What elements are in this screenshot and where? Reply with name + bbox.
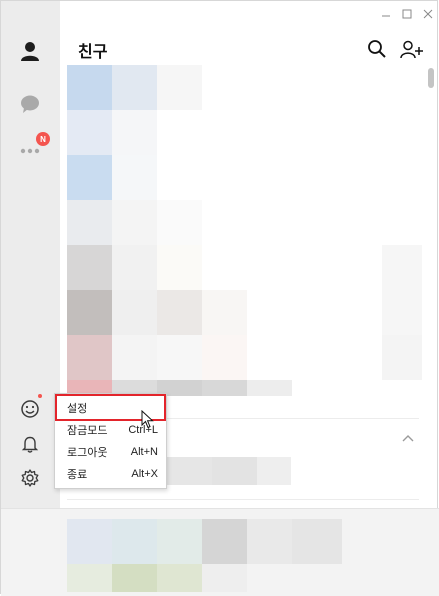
notification-dot [38, 394, 42, 398]
blurred-cell [157, 290, 202, 335]
gear-icon[interactable] [19, 467, 41, 489]
bell-icon[interactable] [19, 433, 41, 455]
blurred-cell [67, 564, 112, 592]
blurred-cell [67, 519, 112, 564]
blurred-cell [67, 110, 112, 155]
add-friend-icon[interactable] [400, 39, 424, 61]
blurred-cell [67, 65, 112, 110]
menu-item-logout[interactable]: 로그아웃 Alt+N [55, 441, 166, 463]
blurred-cell [292, 519, 342, 564]
blurred-cell [112, 65, 157, 110]
scrollbar-thumb[interactable] [428, 68, 434, 88]
blurred-cell [167, 457, 212, 485]
search-icon[interactable] [367, 39, 391, 61]
menu-item-label: 종료 [67, 468, 88, 481]
blurred-cell [202, 335, 247, 380]
menu-item-shortcut: Alt+N [130, 446, 158, 458]
chat-bubble-icon[interactable] [19, 93, 41, 115]
blurred-cell [247, 519, 292, 564]
smiley-icon[interactable] [19, 398, 41, 420]
cursor-icon [141, 409, 155, 430]
blurred-cell [382, 290, 422, 335]
blurred-cell [112, 200, 157, 245]
blurred-cell [67, 155, 112, 200]
blurred-cell [202, 519, 247, 564]
menu-item-shortcut: Alt+X [131, 468, 158, 480]
blurred-cell [112, 564, 157, 592]
blurred-cell [112, 155, 157, 200]
maximize-icon[interactable] [400, 7, 414, 21]
blurred-cell [67, 200, 112, 245]
blurred-cell [382, 335, 422, 380]
menu-item-label: 로그아웃 [67, 446, 108, 459]
blurred-cell [157, 564, 202, 592]
sidebar: N [1, 1, 60, 508]
blurred-cell [202, 380, 247, 396]
blurred-cell [67, 335, 112, 380]
page-title: 친구 [78, 42, 108, 61]
blurred-cell [247, 380, 292, 396]
person-icon[interactable] [19, 40, 41, 62]
blurred-cell [67, 245, 112, 290]
blurred-cell [112, 519, 157, 564]
blurred-cell [157, 335, 202, 380]
blurred-cell [202, 290, 247, 335]
blurred-cell [67, 290, 112, 335]
blurred-cell [382, 245, 422, 290]
blurred-cell [157, 65, 202, 110]
minimize-icon[interactable] [379, 7, 393, 21]
blurred-cell [157, 200, 202, 245]
blurred-cell [202, 564, 247, 592]
chevron-up-icon[interactable] [401, 429, 415, 442]
bottom-banner [1, 508, 439, 596]
blurred-cell [112, 245, 157, 290]
blurred-cell [112, 290, 157, 335]
menu-item-label: 잠금모드 [67, 424, 108, 437]
blurred-cell [257, 457, 291, 485]
blurred-cell [112, 110, 157, 155]
blurred-cell [212, 457, 257, 485]
app-window: N 친구 설정 잠금모드 Ctrl+L 로그아웃 Alt+N 종료 Alt+X [0, 0, 439, 596]
blurred-cell [157, 519, 202, 564]
close-icon[interactable] [421, 7, 435, 21]
new-badge: N [36, 132, 50, 146]
divider [67, 499, 419, 500]
blurred-cell [157, 245, 202, 290]
blurred-cell [112, 335, 157, 380]
menu-item-exit[interactable]: 종료 Alt+X [55, 463, 166, 485]
